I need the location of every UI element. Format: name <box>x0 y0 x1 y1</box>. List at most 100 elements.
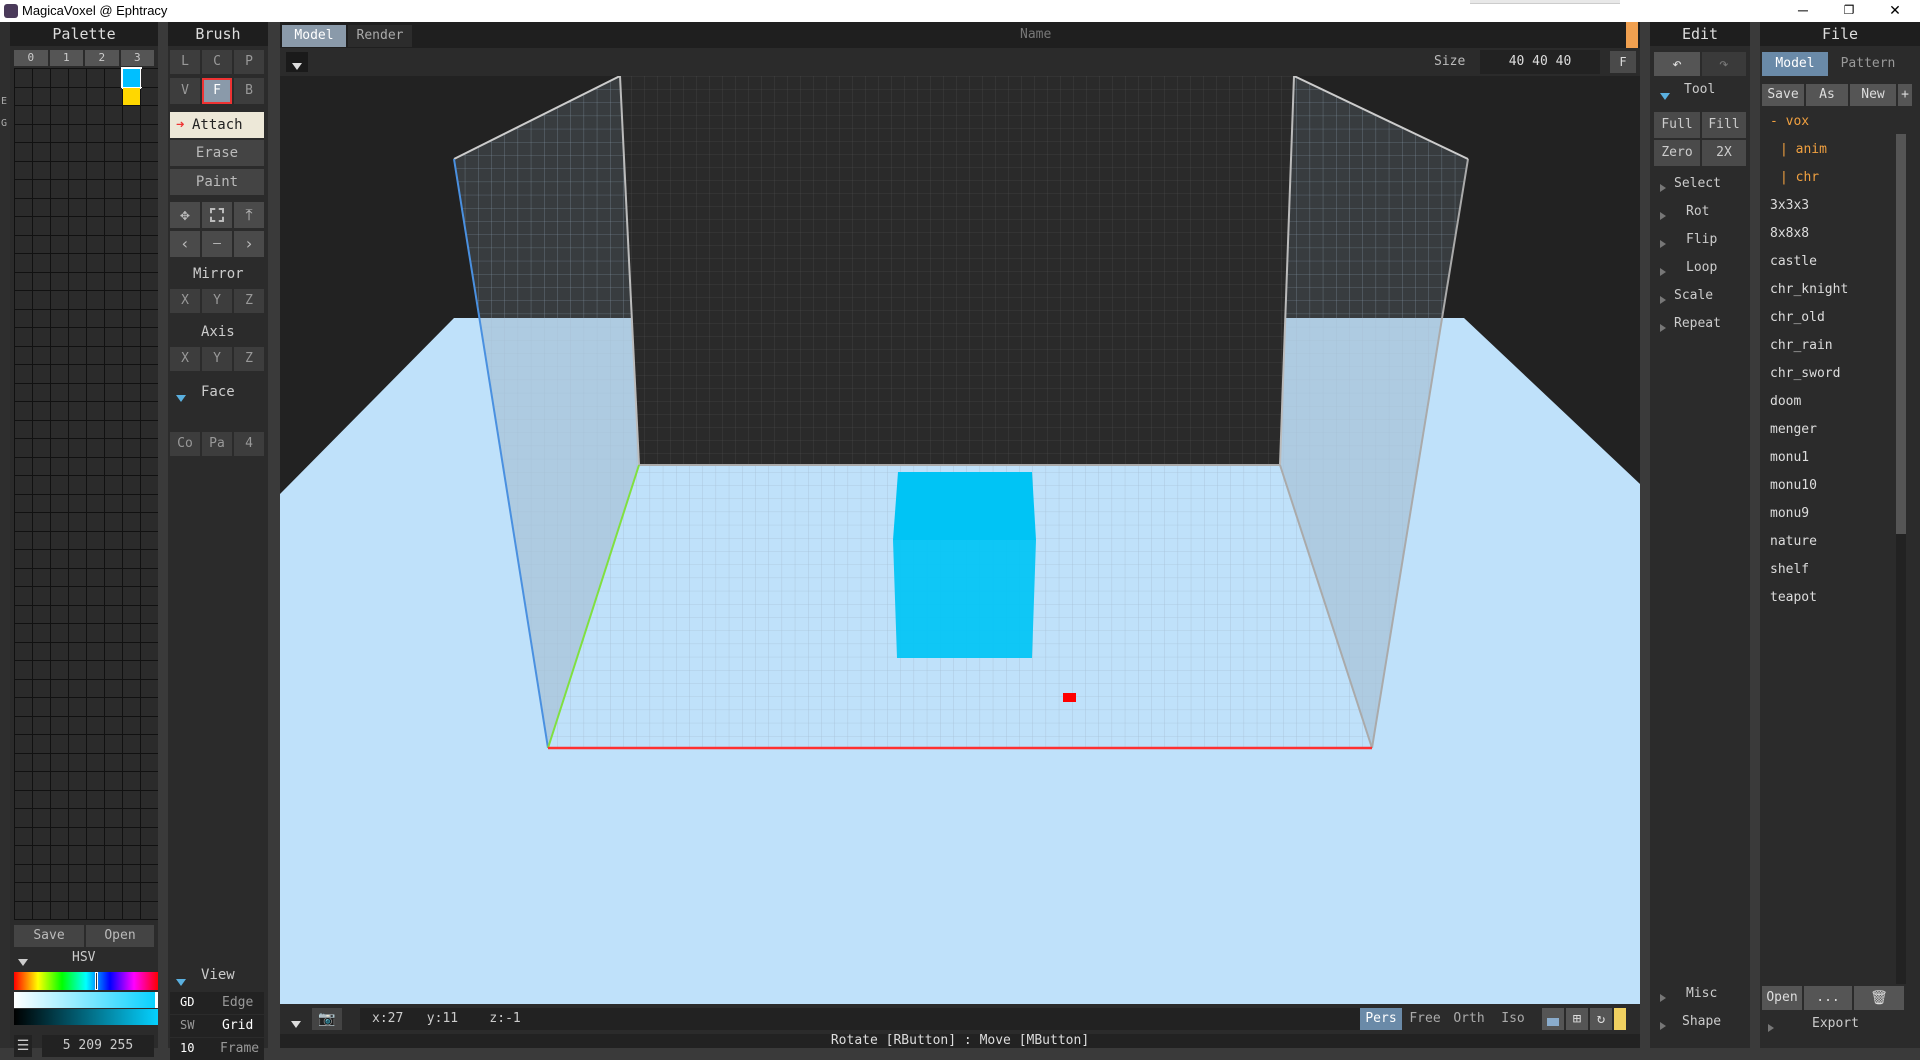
view-square-icon[interactable] <box>1542 1008 1564 1030</box>
palette-swatch[interactable] <box>87 69 104 87</box>
full-button[interactable]: Full <box>1654 112 1700 138</box>
face-collapse-icon[interactable] <box>176 390 186 406</box>
palette-swatch[interactable] <box>51 198 68 216</box>
palette-swatch[interactable] <box>105 69 122 87</box>
palette-swatch[interactable] <box>51 605 68 623</box>
palette-swatch[interactable] <box>87 161 104 179</box>
palette-swatch[interactable] <box>123 198 140 216</box>
palette-swatch[interactable] <box>87 513 104 531</box>
file-scrollbar-thumb[interactable] <box>1896 134 1906 534</box>
file-item[interactable]: castle <box>1770 254 1817 269</box>
palette-swatch[interactable] <box>105 531 122 549</box>
palette-swatch[interactable] <box>15 661 32 679</box>
palette-swatch[interactable] <box>51 180 68 198</box>
palette-swatch[interactable] <box>33 698 50 716</box>
palette-swatch[interactable] <box>33 106 50 124</box>
viewport-menu-icon[interactable] <box>286 52 308 72</box>
view-row-edge[interactable]: GD Edge <box>170 992 264 1014</box>
palette-swatch[interactable] <box>51 753 68 771</box>
palette-swatch[interactable] <box>15 402 32 420</box>
palette-swatch[interactable] <box>33 254 50 272</box>
palette-swatch[interactable] <box>141 309 158 327</box>
palette-swatch[interactable] <box>87 180 104 198</box>
palette-swatch[interactable] <box>15 476 32 494</box>
palette-swatch[interactable] <box>87 328 104 346</box>
palette-swatch[interactable] <box>105 846 122 864</box>
palette-swatch[interactable] <box>87 457 104 475</box>
palette-swatch[interactable] <box>33 217 50 235</box>
palette-swatch[interactable] <box>69 254 86 272</box>
misc-item[interactable]: Misc <box>1686 986 1717 1001</box>
palette-swatch[interactable] <box>105 605 122 623</box>
palette-swatch[interactable] <box>51 69 68 87</box>
file-add-button[interactable]: + <box>1898 84 1912 106</box>
palette-swatch[interactable] <box>87 568 104 586</box>
palette-swatch[interactable] <box>141 235 158 253</box>
edit-item-scale[interactable]: Scale <box>1674 288 1713 303</box>
palette-swatch[interactable] <box>69 198 86 216</box>
palette-swatch[interactable] <box>123 124 140 142</box>
palette-swatch[interactable] <box>69 161 86 179</box>
grid-view-icon[interactable]: ⊞ <box>1566 1008 1588 1030</box>
palette-swatch[interactable] <box>51 161 68 179</box>
palette-swatch[interactable] <box>123 235 140 253</box>
palette-swatch[interactable] <box>141 161 158 179</box>
palette-swatch[interactable] <box>123 217 140 235</box>
palette-swatch[interactable] <box>15 328 32 346</box>
palette-swatch[interactable] <box>141 642 158 660</box>
mode-erase-button[interactable]: Erase <box>170 140 264 166</box>
palette-swatch[interactable] <box>87 790 104 808</box>
palette-swatch[interactable] <box>123 846 140 864</box>
palette-swatch[interactable] <box>123 291 140 309</box>
export-item[interactable]: Export <box>1812 1016 1859 1031</box>
palette-swatch[interactable] <box>141 790 158 808</box>
palette-swatch[interactable] <box>105 420 122 438</box>
voxel-scene[interactable] <box>280 76 1640 1004</box>
palette-swatch[interactable] <box>105 217 122 235</box>
palette-swatch[interactable] <box>141 439 158 457</box>
palette-swatch[interactable] <box>141 476 158 494</box>
size-input[interactable]: 40 40 40 <box>1480 50 1600 74</box>
palette-swatch[interactable] <box>87 679 104 697</box>
palette-swatch[interactable] <box>105 827 122 845</box>
palette-swatch[interactable] <box>15 846 32 864</box>
view-row-grid[interactable]: SW Grid <box>170 1015 264 1037</box>
palette-swatch[interactable] <box>87 494 104 512</box>
palette-swatch[interactable] <box>15 624 32 642</box>
palette-swatch[interactable] <box>15 180 32 198</box>
palette-swatch[interactable] <box>51 365 68 383</box>
palette-swatch[interactable] <box>123 827 140 845</box>
file-tab-pattern[interactable]: Pattern <box>1830 52 1906 76</box>
palette-swatch[interactable] <box>105 365 122 383</box>
palette-swatch[interactable] <box>51 346 68 364</box>
palette-swatch[interactable] <box>141 716 158 734</box>
palette-swatch[interactable] <box>51 883 68 901</box>
palette-swatch[interactable] <box>105 180 122 198</box>
palette-swatch[interactable] <box>87 254 104 272</box>
file-new-button[interactable]: New <box>1850 84 1896 106</box>
chevron-right-icon[interactable]: › <box>234 231 264 257</box>
palette-swatch[interactable] <box>69 864 86 882</box>
zero-button[interactable]: Zero <box>1654 140 1700 166</box>
palette-swatch[interactable] <box>87 439 104 457</box>
palette-swatch[interactable] <box>15 439 32 457</box>
palette-swatch[interactable] <box>123 383 140 401</box>
palette-swatch[interactable] <box>69 790 86 808</box>
palette-swatch[interactable] <box>69 457 86 475</box>
palette-swatch[interactable] <box>105 735 122 753</box>
palette-swatch[interactable] <box>15 346 32 364</box>
palette-swatch[interactable] <box>69 809 86 827</box>
saturation-slider[interactable] <box>14 992 158 1008</box>
palette-swatch[interactable] <box>123 328 140 346</box>
palette-swatch[interactable] <box>87 624 104 642</box>
palette-swatch[interactable] <box>15 642 32 660</box>
hue-slider-handle[interactable] <box>95 972 98 990</box>
palette-swatch[interactable] <box>51 402 68 420</box>
palette-swatch[interactable] <box>33 143 50 161</box>
palette-swatch[interactable] <box>123 661 140 679</box>
palette-swatch[interactable] <box>105 106 122 124</box>
palette-swatch[interactable] <box>141 605 158 623</box>
palette-swatch[interactable] <box>123 735 140 753</box>
palette-swatch[interactable] <box>87 346 104 364</box>
palette-swatch[interactable] <box>105 716 122 734</box>
